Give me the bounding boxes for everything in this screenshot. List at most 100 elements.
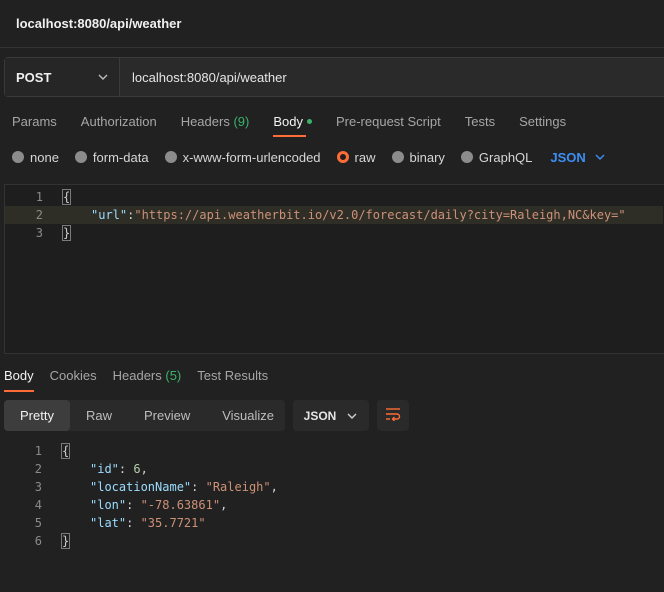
json-key: "locationName": [90, 480, 192, 494]
view-raw-button[interactable]: Raw: [70, 400, 128, 431]
tab-label: Cookies: [49, 368, 97, 383]
line-number: 5: [34, 516, 42, 530]
radio-button[interactable]: [391, 151, 404, 163]
tab-test-results[interactable]: Test Results: [197, 368, 268, 392]
response-body-viewer[interactable]: 1 { 2 "id": 6, 3 "locationName": "Raleig…: [4, 442, 664, 552]
tab-body[interactable]: Body: [273, 106, 312, 137]
response-tabs: Body Cookies Headers (5) Test Results: [0, 368, 664, 392]
tab-label: Tests: [464, 114, 496, 129]
url-row: POST localhost:8080/api/weather: [4, 57, 664, 97]
option-label: none: [30, 149, 59, 165]
json-string-value: "35.7721": [140, 516, 206, 530]
radio-button[interactable]: [460, 151, 473, 163]
radio-button-selected[interactable]: [336, 151, 349, 163]
option-label: raw: [354, 149, 376, 165]
tab-label: Body: [273, 114, 303, 129]
body-option-urlencoded[interactable]: x-www-form-urlencoded: [164, 149, 321, 165]
line-number: 1: [34, 444, 42, 458]
request-body-editor[interactable]: 1 { 2 "url":"https://api.weatherbit.io/v…: [4, 184, 664, 354]
json-key: "id": [90, 462, 119, 476]
tab-label: Pre-request Script: [335, 114, 441, 129]
line-number: 4: [34, 498, 42, 512]
radio-button[interactable]: [74, 151, 87, 163]
tab-tests[interactable]: Tests: [465, 106, 495, 136]
chevron-down-icon: [346, 410, 358, 422]
json-string-value: "-78.63861": [140, 498, 221, 512]
close-brace: }: [61, 225, 72, 241]
wrap-lines-button[interactable]: [377, 400, 409, 431]
line-number: 2: [34, 462, 42, 476]
method-label: POST: [16, 69, 52, 85]
body-option-graphql[interactable]: GraphQL: [460, 149, 533, 165]
request-title-bar: localhost:8080/api/weather: [0, 0, 664, 48]
open-brace: {: [61, 189, 72, 205]
chevron-down-icon: [594, 151, 606, 163]
tab-label: Settings: [519, 114, 567, 129]
json-key: "lon": [90, 498, 127, 512]
line-number: 6: [34, 534, 42, 548]
tab-pre-request-script[interactable]: Pre-request Script: [336, 106, 441, 136]
method-select[interactable]: POST: [5, 58, 120, 96]
json-string-value: "Raleigh": [205, 480, 271, 494]
json-key: "lat": [90, 516, 127, 530]
format-label: JSON: [303, 408, 337, 423]
view-visualize-button[interactable]: Visualize: [206, 400, 290, 431]
body-option-raw[interactable]: raw: [336, 149, 376, 165]
tab-headers[interactable]: Headers (9): [181, 106, 250, 136]
url-input[interactable]: localhost:8080/api/weather: [120, 58, 287, 96]
view-pretty-button[interactable]: Pretty: [4, 400, 70, 431]
option-label: form-data: [92, 149, 149, 165]
request-title: localhost:8080/api/weather: [16, 16, 182, 31]
json-number-value: 6: [133, 462, 141, 476]
response-format-select[interactable]: JSON: [293, 400, 369, 431]
chevron-down-icon: [97, 71, 109, 83]
view-preview-button[interactable]: Preview: [128, 400, 206, 431]
tab-settings[interactable]: Settings: [519, 106, 566, 136]
tab-response-headers[interactable]: Headers (5): [113, 368, 182, 392]
tab-label: Headers: [180, 114, 230, 129]
option-label: x-www-form-urlencoded: [182, 149, 321, 165]
body-option-form-data[interactable]: form-data: [74, 149, 149, 165]
tab-response-body[interactable]: Body: [4, 368, 34, 392]
body-indicator-dot: [306, 119, 312, 125]
json-key: "url": [91, 208, 128, 222]
response-line: 2 "id": 6,: [4, 460, 662, 478]
tab-label: Params: [12, 114, 57, 129]
headers-count-badge: (9): [233, 114, 250, 129]
tab-authorization[interactable]: Authorization: [81, 106, 157, 136]
format-label: JSON: [550, 149, 586, 165]
json-string-value: "https://api.weatherbit.io/v2.0/forecast…: [134, 208, 626, 222]
raw-format-select[interactable]: JSON: [550, 150, 605, 165]
wrap-lines-icon: [385, 407, 401, 424]
editor-line-active: 2 "url":"https://api.weatherbit.io/v2.0/…: [5, 206, 663, 224]
request-tabs: Params Authorization Headers (9) Body Pr…: [0, 106, 664, 137]
tab-params[interactable]: Params: [12, 106, 57, 136]
radio-button[interactable]: [164, 151, 177, 163]
response-line: 4 "lon": "-78.63861",: [4, 496, 662, 514]
tab-label: Body: [4, 368, 34, 383]
tab-label: Test Results: [197, 368, 269, 383]
response-line: 6 }: [4, 532, 662, 550]
body-option-none[interactable]: none: [12, 150, 59, 165]
line-number: 3: [35, 226, 43, 240]
option-label: GraphQL: [478, 149, 533, 165]
close-brace: }: [60, 533, 71, 549]
response-headers-count-badge: (5): [165, 368, 182, 383]
line-number: 3: [34, 480, 42, 494]
line-number: 1: [35, 190, 43, 204]
radio-button[interactable]: [12, 151, 24, 163]
editor-line: 3 }: [5, 224, 663, 242]
response-view-modes: Pretty Raw Preview Visualize: [4, 400, 285, 431]
body-type-options: none form-data x-www-form-urlencoded raw…: [12, 148, 652, 166]
response-line: 3 "locationName": "Raleigh",: [4, 478, 662, 496]
response-line: 1 {: [4, 442, 662, 460]
response-line: 5 "lat": "35.7721": [4, 514, 662, 532]
body-option-binary[interactable]: binary: [391, 149, 445, 165]
tab-cookies[interactable]: Cookies: [50, 368, 97, 392]
option-label: binary: [409, 149, 445, 165]
tab-label: Headers: [112, 368, 162, 383]
editor-line: 1 {: [5, 188, 663, 206]
open-brace: {: [60, 443, 71, 459]
line-number: 2: [35, 208, 43, 222]
tab-label: Authorization: [80, 114, 157, 129]
